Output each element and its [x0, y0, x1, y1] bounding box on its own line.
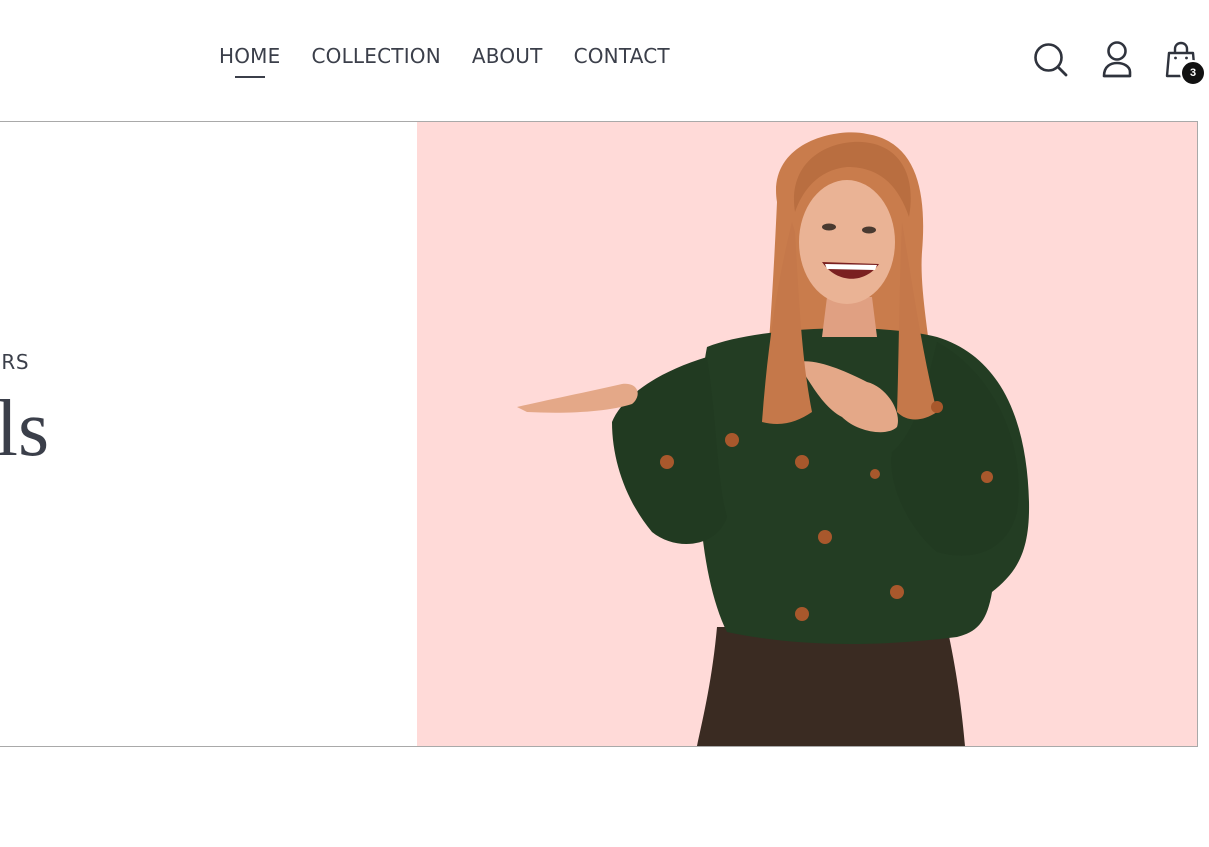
search-button[interactable]: [1033, 42, 1069, 78]
hero-image: [417, 122, 1197, 746]
user-icon: [1102, 41, 1132, 78]
nav-contact[interactable]: CONTACT: [574, 42, 670, 70]
hero-eyebrow: LLERS: [0, 350, 30, 374]
search-icon: [1034, 43, 1068, 77]
cart-count-badge: 3: [1180, 60, 1206, 86]
hero-title: Arrivals: [0, 385, 50, 473]
main-nav: HOME COLLECTION ABOUT CONTACT: [219, 42, 670, 78]
nav-collection[interactable]: COLLECTION: [311, 42, 440, 70]
nav-about[interactable]: ABOUT: [472, 42, 543, 70]
hero-banner: LLERS Arrivals: [0, 121, 1198, 747]
account-button[interactable]: [1100, 40, 1134, 80]
model-photo: [517, 132, 1030, 746]
nav-home[interactable]: HOME: [219, 42, 280, 78]
hero-text-panel: LLERS Arrivals: [0, 122, 417, 746]
cart-button[interactable]: 3: [1164, 40, 1206, 86]
page: HOME COLLECTION ABOUT CONTACT 3 RS ls: [0, 0, 1209, 847]
